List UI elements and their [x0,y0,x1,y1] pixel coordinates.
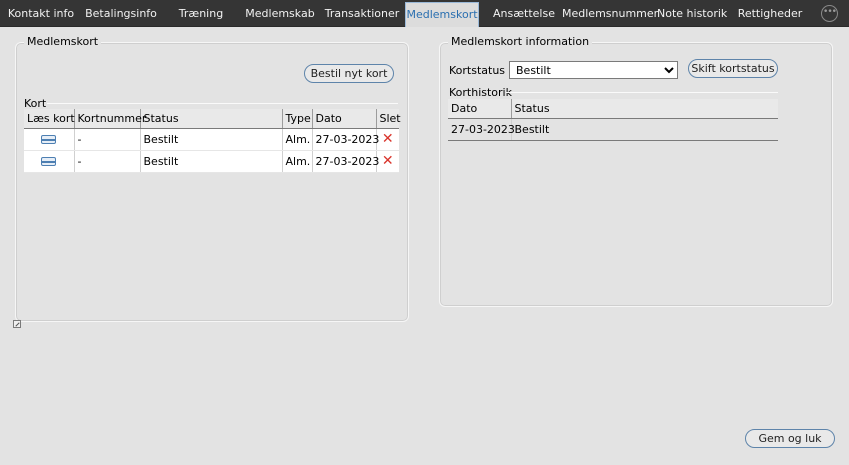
col-header-kortnummer[interactable]: Kortnummer [74,109,146,129]
change-card-status-button[interactable]: Skift kortstatus [688,59,778,78]
tab-rettigheder[interactable]: Rettigheder [737,0,803,27]
history-col-header-status[interactable]: Status [511,99,778,119]
col-header-status[interactable]: Status [140,109,283,129]
col-header-laes-kort[interactable]: Læs kort [24,109,75,129]
tab-kontakt-info[interactable]: Kontakt info [4,0,78,27]
tab-note-historik[interactable]: Note historik [657,0,727,27]
resize-grip-icon[interactable] [13,320,21,328]
delete-x-icon[interactable]: ✕ [382,153,394,169]
card-history-table: Dato Status 27-03-2023 Bestilt [448,99,778,141]
tab-medlemskort[interactable]: Medlemskort [405,2,479,27]
tab-betalingsinfo[interactable]: Betalingsinfo [82,0,160,27]
tab-ansaettelse[interactable]: Ansættelse [491,0,557,27]
card-history-header: Dato Status [448,99,778,119]
medlemskort-group: Medlemskort [15,35,409,322]
history-col-header-dato[interactable]: Dato [448,99,512,119]
card-info-group: Medlemskort information [439,35,833,307]
delete-x-icon[interactable]: ✕ [382,131,394,147]
cards-table-header: Læs kort Kortnummer Status Type Dato Sle… [24,109,401,129]
table-row[interactable]: - Bestilt Alm. 27-03-2023 ✕ [24,150,399,173]
card-reader-icon[interactable] [41,157,57,166]
card-info-group-title: Medlemskort information [448,35,593,49]
more-options-icon[interactable]: ••• [821,5,838,22]
card-status: Bestilt [140,128,283,151]
tab-transaktioner[interactable]: Transaktioner [322,0,402,27]
history-date: 27-03-2023 [448,118,515,141]
medlemskort-group-title: Medlemskort [24,35,102,49]
tab-medlemsnummer[interactable]: Medlemsnummer [562,0,658,27]
cards-table: Læs kort Kortnummer Status Type Dato Sle… [24,109,401,173]
korthistorik-divider [506,92,778,93]
card-number: - [74,128,141,151]
kort-divider [47,103,398,104]
card-date: 27-03-2023 [312,128,379,151]
col-header-slet[interactable]: Slet [376,109,401,129]
table-row[interactable]: 27-03-2023 Bestilt [448,118,778,141]
col-header-type[interactable]: Type [282,109,313,129]
history-status: Bestilt [511,118,778,141]
card-status: Bestilt [140,150,283,173]
tab-traening[interactable]: Træning [174,0,228,27]
card-number: - [74,150,141,173]
kortstatus-label: Kortstatus [449,64,506,77]
col-header-dato[interactable]: Dato [312,109,377,129]
tab-bar: Kontakt info Betalingsinfo Træning Medle… [0,0,849,27]
card-reader-icon[interactable] [41,135,57,144]
table-row[interactable]: - Bestilt Alm. 27-03-2023 ✕ [24,128,399,151]
korthistorik-label: Korthistorik [449,86,512,99]
save-and-close-button[interactable]: Gem og luk [745,429,835,448]
order-new-card-button[interactable]: Bestil nyt kort [304,64,394,83]
tab-medlemskab[interactable]: Medlemskab [244,0,316,27]
card-type: Alm. [282,128,313,151]
kortstatus-select[interactable]: Bestilt [509,61,678,79]
card-date: 27-03-2023 [312,150,379,173]
card-type: Alm. [282,150,313,173]
